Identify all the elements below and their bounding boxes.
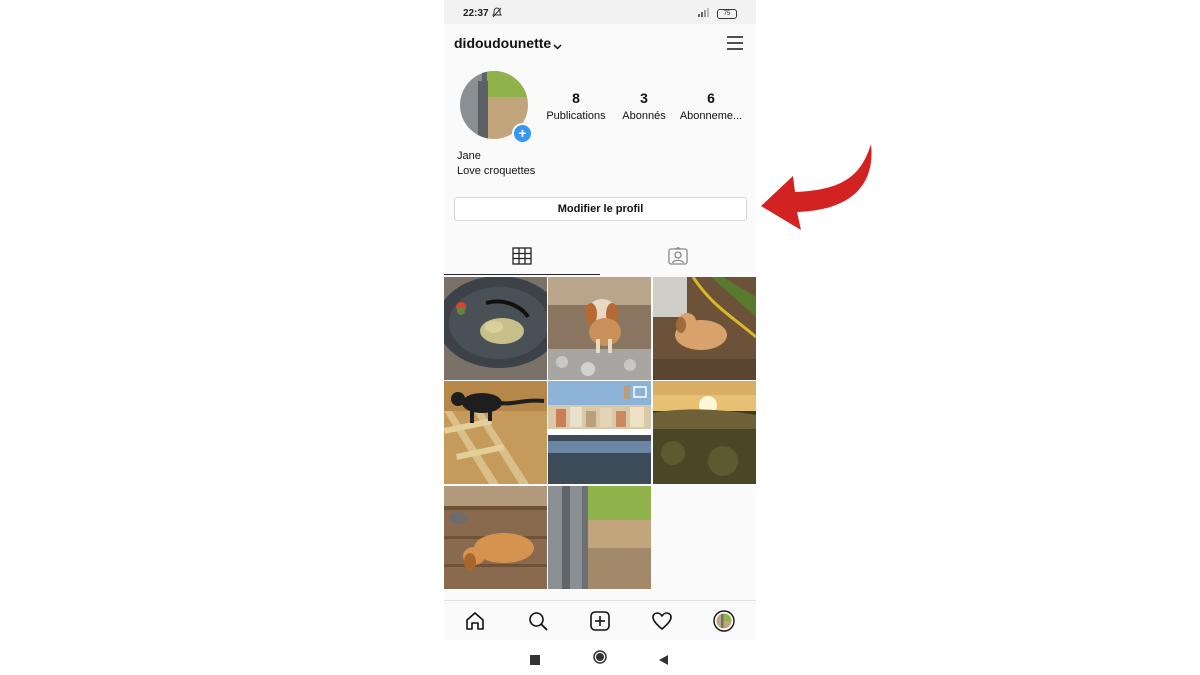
profile-bio: Love croquettes [457, 165, 536, 177]
post-thumbnail[interactable] [444, 486, 547, 589]
username[interactable]: didoudounette [454, 35, 551, 51]
tab-grid[interactable] [444, 238, 600, 275]
profile-avatar-icon[interactable] [713, 610, 735, 632]
following-label: Abonneme... [679, 110, 743, 122]
followers-label: Abonnés [622, 110, 666, 122]
tab-tagged[interactable] [600, 238, 756, 274]
battery-icon: 75 [717, 9, 737, 19]
phone-screen: 22:37 75 didoudounette + 8 Publications … [444, 0, 756, 675]
home-icon[interactable] [464, 610, 486, 632]
post-thumbnail[interactable] [653, 381, 756, 484]
system-navigation-bar [444, 640, 756, 675]
following-count: 6 [707, 90, 715, 106]
activity-heart-icon[interactable] [651, 610, 673, 632]
new-post-icon[interactable] [589, 610, 611, 632]
post-thumbnail[interactable] [444, 381, 547, 484]
chevron-down-icon[interactable] [553, 37, 562, 55]
publications-count: 8 [572, 90, 580, 106]
recents-icon[interactable] [530, 652, 540, 665]
back-icon[interactable] [658, 652, 668, 665]
status-time: 22:37 [463, 8, 489, 19]
grid-icon [512, 247, 532, 265]
profile-tabs [444, 238, 756, 275]
signal-icon [698, 8, 712, 20]
hamburger-menu-icon[interactable] [725, 34, 745, 52]
search-icon[interactable] [527, 610, 549, 632]
posts-grid [444, 277, 756, 590]
profile-name: Jane [457, 150, 481, 162]
post-thumbnail[interactable] [548, 381, 651, 484]
post-thumbnail[interactable] [444, 277, 547, 380]
profile-header: didoudounette [444, 24, 756, 62]
stat-following[interactable]: 6 Abonneme... [676, 90, 746, 122]
stat-publications[interactable]: 8 Publications [540, 90, 612, 122]
add-story-icon[interactable]: + [512, 123, 533, 144]
followers-count: 3 [640, 90, 648, 106]
tagged-photos-icon [668, 247, 688, 265]
edit-profile-button[interactable]: Modifier le profil [454, 197, 747, 221]
annotation-arrow-icon [761, 144, 872, 230]
bottom-navigation [444, 600, 756, 641]
notification-muted-icon [491, 7, 503, 21]
stat-followers[interactable]: 3 Abonnés [612, 90, 676, 122]
publications-label: Publications [546, 110, 606, 122]
home-circle-icon[interactable] [593, 650, 607, 664]
post-thumbnail[interactable] [548, 277, 651, 380]
status-bar: 22:37 75 [444, 0, 756, 24]
post-thumbnail[interactable] [548, 486, 651, 589]
post-thumbnail[interactable] [653, 277, 756, 380]
